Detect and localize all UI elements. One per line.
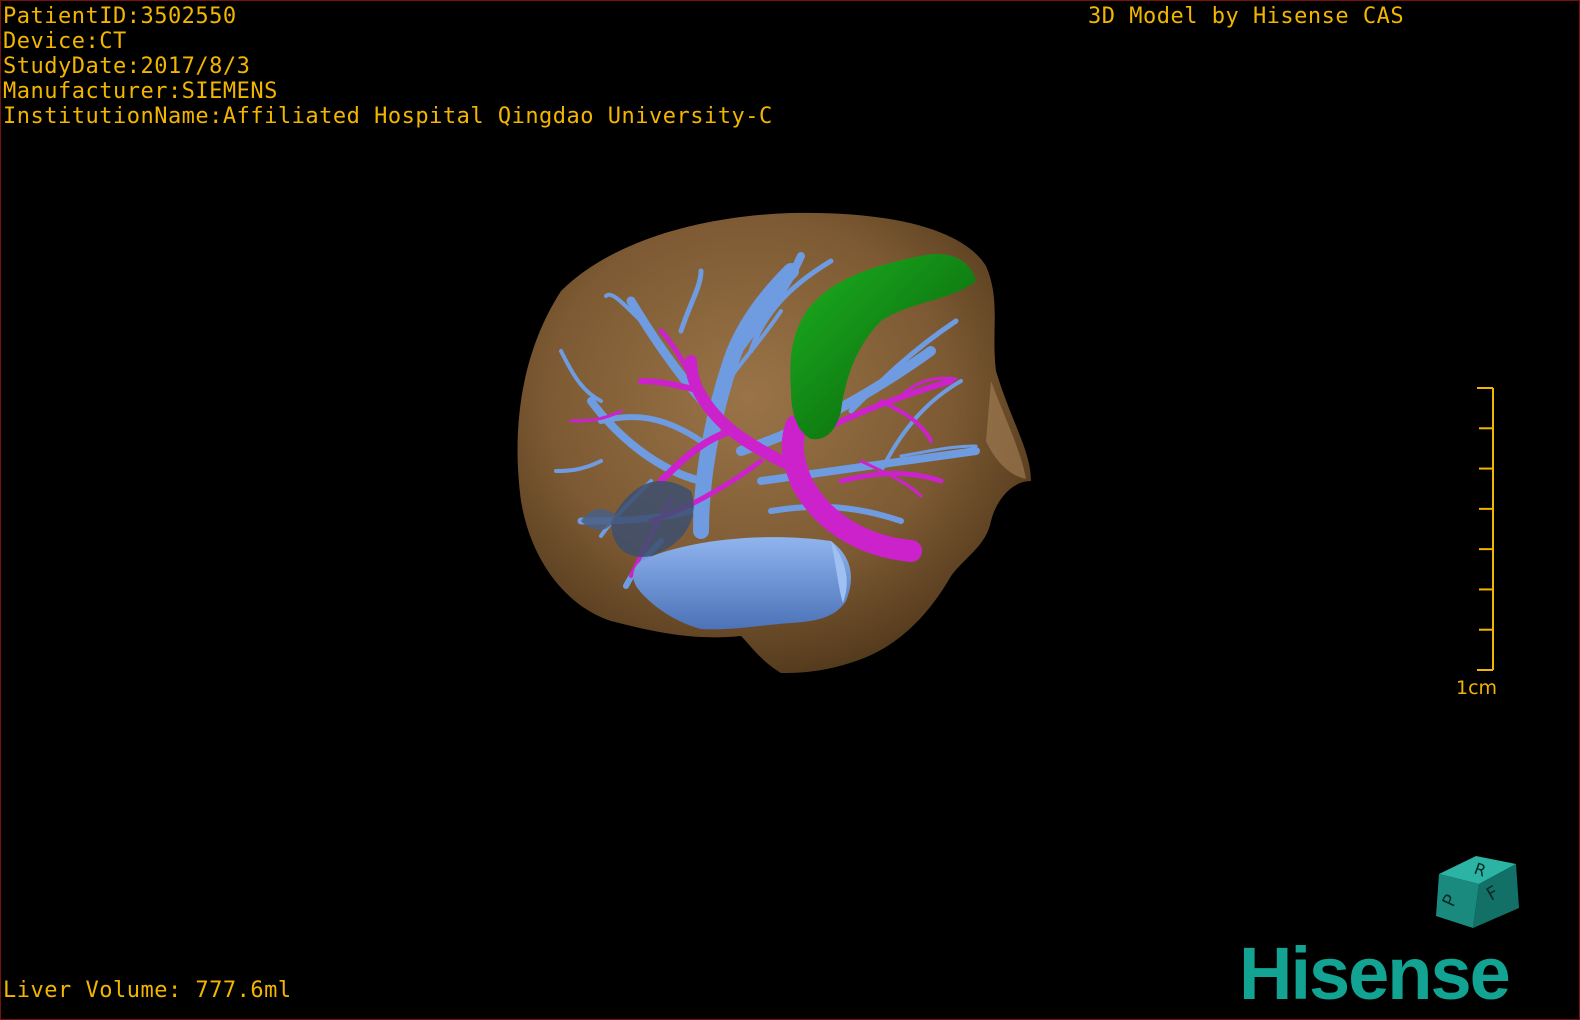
scale-bar xyxy=(1477,387,1494,671)
patient-id: PatientID:3502550 xyxy=(3,4,237,29)
hisense-logo: Hisense xyxy=(1239,932,1511,1015)
device: Device:CT xyxy=(3,29,127,54)
manufacturer: Manufacturer:SIEMENS xyxy=(3,79,278,104)
study-date: StudyDate:2017/8/3 xyxy=(3,54,251,79)
scale-label: 1cm xyxy=(1456,677,1498,699)
liver-3d-model[interactable] xyxy=(1,1,1580,1020)
watermark-title: 3D Model by Hisense CAS xyxy=(1088,4,1405,29)
render-viewport[interactable]: PatientID:3502550 Device:CT StudyDate:2017… xyxy=(0,0,1580,1020)
orientation-cube-icon[interactable]: R F P xyxy=(1431,836,1531,936)
liver-volume: Liver Volume: 777.6ml xyxy=(3,978,292,1003)
dicom-info-panel: PatientID:3502550 Device:CT StudyDate:2017… xyxy=(3,4,773,129)
brand-name: Hisense xyxy=(1239,932,1509,1015)
institution-name: InstitutionName:Affiliated Hospital Qing… xyxy=(3,104,773,129)
